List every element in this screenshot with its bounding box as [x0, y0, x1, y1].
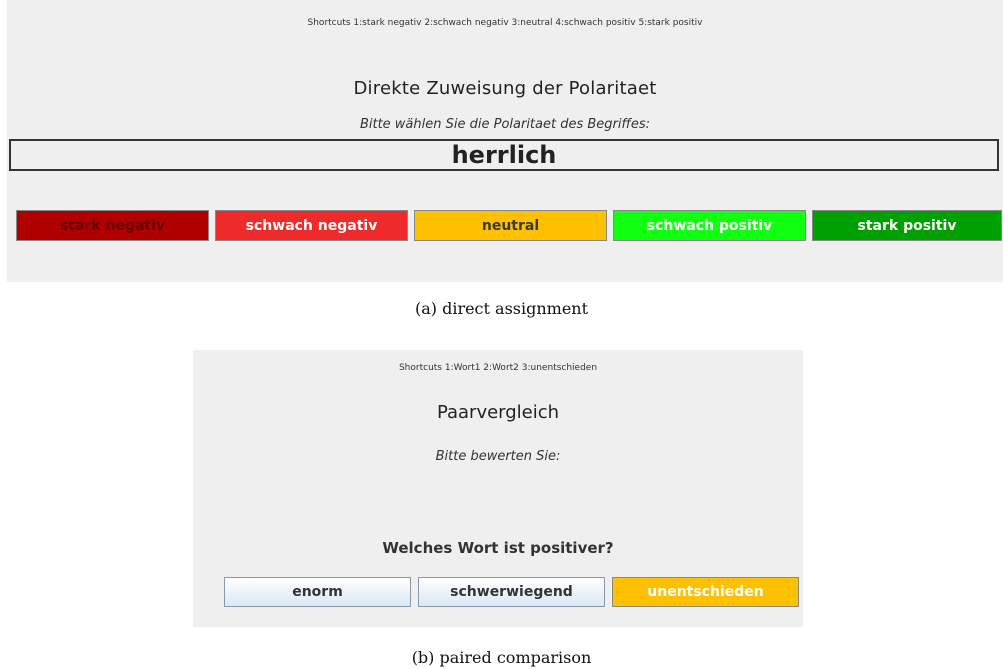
panel-title: Paarvergleich: [436, 402, 560, 423]
panel-subtitle: Bitte bewerten Sie:: [435, 449, 561, 464]
schwach-negativ-button[interactable]: schwach negativ: [215, 210, 408, 241]
stark-negativ-button[interactable]: stark negativ: [16, 210, 209, 241]
undecided-button[interactable]: unentschieden: [612, 577, 799, 607]
stark-positiv-button[interactable]: stark positiv: [812, 210, 1002, 241]
paired-comparison-panel: Shortcuts 1:Wort1 2:Wort2 3:unentschiede…: [193, 350, 803, 627]
direct-assignment-panel: Shortcuts 1:stark negativ 2:schwach nega…: [7, 0, 1003, 282]
shortcuts-text: Shortcuts 1:stark negativ 2:schwach nega…: [307, 18, 703, 28]
word2-button[interactable]: schwerwiegend: [418, 577, 605, 607]
panel-title: Direkte Zuweisung der Polaritaet: [353, 78, 657, 99]
comparison-question: Welches Wort ist positiver?: [382, 539, 614, 557]
word1-button[interactable]: enorm: [224, 577, 411, 607]
panel-subtitle: Bitte wählen Sie die Polaritaet des Begr…: [359, 117, 651, 132]
term-display: herrlich: [9, 139, 999, 171]
schwach-positiv-button[interactable]: schwach positiv: [613, 210, 806, 241]
caption-paired-comparison: (b) paired comparison: [411, 648, 592, 667]
shortcuts-text: Shortcuts 1:Wort1 2:Wort2 3:unentschiede…: [398, 363, 598, 373]
caption-direct-assignment: (a) direct assignment: [414, 299, 589, 318]
neutral-button[interactable]: neutral: [414, 210, 607, 241]
